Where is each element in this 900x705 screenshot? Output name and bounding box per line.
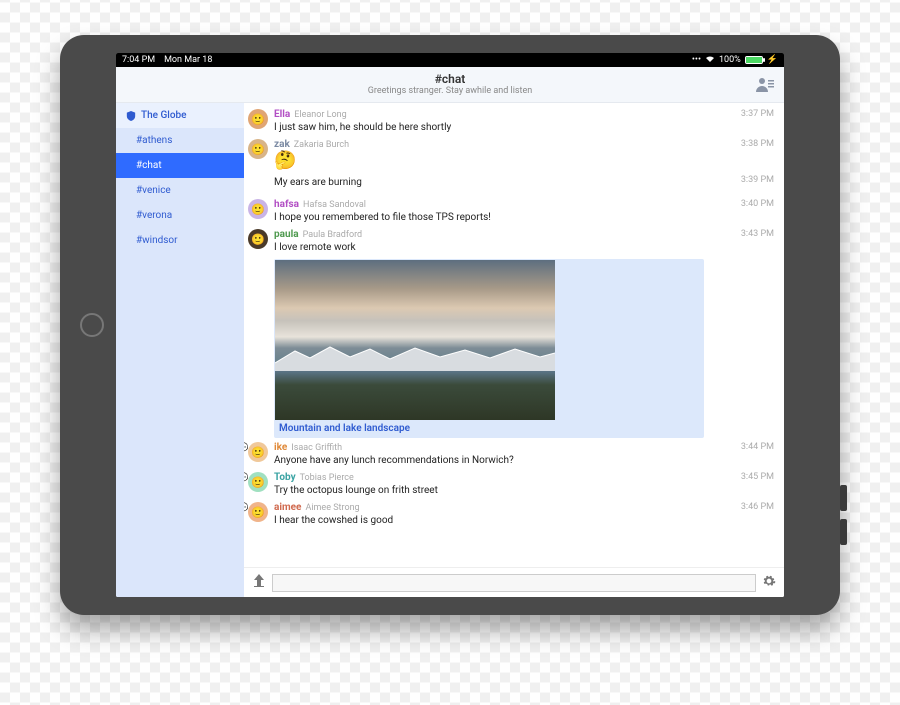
charging-icon: ⚡ [767, 55, 778, 65]
battery-icon [745, 56, 763, 64]
message-row: 🙂 hafsa Hafsa SandovalI hope you remembere… [248, 197, 774, 227]
battery-pct: 100% [719, 55, 741, 65]
message-row: 🙂 zak Zakaria Burch🤔3:38 PM [248, 137, 774, 173]
message-row: 🙂 paula Paula BradfordI love remote work Mo… [248, 227, 774, 440]
message-row: 💬🙂ikeIsaac GriffithAnyone have any lunch… [248, 440, 774, 470]
fullname: Isaac Griffith [291, 443, 342, 453]
sidebar-channel[interactable]: #athens [116, 128, 244, 153]
message-input[interactable] [272, 574, 756, 592]
avatar[interactable]: 🙂 [248, 139, 268, 159]
fullname: Aimee Strong [305, 503, 359, 513]
sidebar-channel[interactable]: #windsor [116, 228, 244, 253]
attachment-caption[interactable]: Mountain and lake landscape [275, 420, 703, 437]
status-date: Mon Mar 18 [164, 55, 212, 65]
sidebar-channel[interactable]: #verona [116, 203, 244, 228]
username[interactable]: paula [274, 229, 299, 240]
message-row: 🙂 Ella Eleanor LongI just saw him, he shou… [248, 107, 774, 137]
message-text: I love remote work [274, 241, 774, 255]
avatar[interactable]: 🙂 [248, 199, 268, 219]
wifi-icon [705, 55, 715, 66]
avatar[interactable]: 🙂 [248, 442, 268, 462]
username[interactable]: hafsa [274, 199, 299, 210]
avatar[interactable]: 🙂 [248, 472, 268, 492]
chat-pane: 🙂 Ella Eleanor LongI just saw him, he shou… [244, 103, 784, 597]
sidebar: The Globe #athens#chat#venice#verona#win… [116, 103, 244, 597]
message-text: Try the octopus lounge on frith street [274, 484, 774, 498]
message-body: hafsa Hafsa SandovalI hope you remembered… [274, 199, 774, 225]
message-text: My ears are burning [274, 176, 774, 190]
message-time: 3:37 PM [741, 109, 774, 119]
tablet-frame: 7:04 PM Mon Mar 18 ••• 100% ⚡ #chat Gree… [60, 35, 840, 615]
header-subtitle: Greetings stranger. Stay awhile and list… [368, 86, 532, 97]
messages-list[interactable]: 🙂 Ella Eleanor LongI just saw him, he shou… [244, 103, 784, 567]
message-text: I just saw him, he should be here shortl… [274, 121, 774, 135]
status-time: 7:04 PM [122, 55, 155, 65]
message-time: 3:38 PM [741, 139, 774, 149]
avatar[interactable]: 🙂 [248, 502, 268, 522]
message-row: My ears are burning3:39 PM [248, 173, 774, 197]
message-time: 3:45 PM [741, 472, 774, 482]
people-icon[interactable] [756, 76, 774, 96]
sidebar-channel[interactable]: #venice [116, 178, 244, 203]
fullname: Hafsa Sandoval [303, 200, 366, 210]
message-body: Toby Tobias PierceTry the octopus lounge … [274, 472, 774, 498]
app-header: #chat Greetings stranger. Stay awhile an… [116, 67, 784, 103]
avatar[interactable]: 🙂 [248, 229, 268, 249]
username[interactable]: Ella [274, 109, 290, 120]
composer [244, 567, 784, 597]
username[interactable]: aimee [274, 502, 301, 513]
fullname: Tobias Pierce [300, 473, 354, 483]
username[interactable]: zak [274, 139, 290, 150]
message-body: aimee Aimee StrongI hear the cowshed is g… [274, 502, 774, 528]
attachment-image[interactable] [275, 260, 555, 420]
message-body: zak Zakaria Burch🤔 [274, 139, 774, 171]
message-text: I hear the cowshed is good [274, 514, 774, 528]
status-bar: 7:04 PM Mon Mar 18 ••• 100% ⚡ [116, 53, 784, 67]
sidebar-channel[interactable]: #chat [116, 153, 244, 178]
settings-icon[interactable] [762, 573, 776, 592]
typing-icon: 💬 [244, 473, 248, 484]
typing-icon: 💬 [244, 443, 248, 454]
sidebar-org[interactable]: The Globe [116, 103, 244, 128]
avatar[interactable]: 🙂 [248, 109, 268, 129]
message-time: 3:39 PM [741, 175, 774, 185]
message-body: ike Isaac GriffithAnyone have any lunch r… [274, 442, 774, 468]
app-body: The Globe #athens#chat#venice#verona#win… [116, 103, 784, 597]
username[interactable]: ike [274, 442, 287, 453]
sidebar-org-label: The Globe [141, 110, 187, 121]
message-text: Anyone have any lunch recommendations in… [274, 454, 774, 468]
message-body: Ella Eleanor LongI just saw him, he shoul… [274, 109, 774, 135]
fullname: Paula Bradford [303, 230, 363, 240]
message-time: 3:43 PM [741, 229, 774, 239]
header-title: #chat [368, 72, 532, 86]
message-emoji: 🤔 [274, 150, 774, 171]
attachment[interactable]: Mountain and lake landscape [274, 259, 704, 438]
tablet-side-buttons [840, 485, 847, 545]
typing-icon: 💬 [244, 503, 248, 514]
message-text: I hope you remembered to file those TPS … [274, 211, 774, 225]
app: #chat Greetings stranger. Stay awhile an… [116, 67, 784, 597]
message-time: 3:44 PM [741, 442, 774, 452]
message-time: 3:46 PM [741, 502, 774, 512]
username[interactable]: Toby [274, 472, 296, 483]
shield-icon [126, 111, 136, 121]
fullname: Eleanor Long [294, 110, 346, 120]
screen: 7:04 PM Mon Mar 18 ••• 100% ⚡ #chat Gree… [116, 53, 784, 597]
message-body: paula Paula BradfordI love remote work Mou… [274, 229, 774, 438]
message-body: My ears are burning [274, 175, 774, 195]
fullname: Zakaria Burch [294, 140, 349, 150]
message-row: 💬🙂aimeeAimee StrongI hear the cowshed is… [248, 500, 774, 530]
message-row: 💬🙂TobyTobias PierceTry the octopus loung… [248, 470, 774, 500]
message-time: 3:40 PM [741, 199, 774, 209]
cellular-icon: ••• [692, 55, 701, 65]
attach-button[interactable] [252, 574, 266, 592]
home-button[interactable] [80, 313, 104, 337]
